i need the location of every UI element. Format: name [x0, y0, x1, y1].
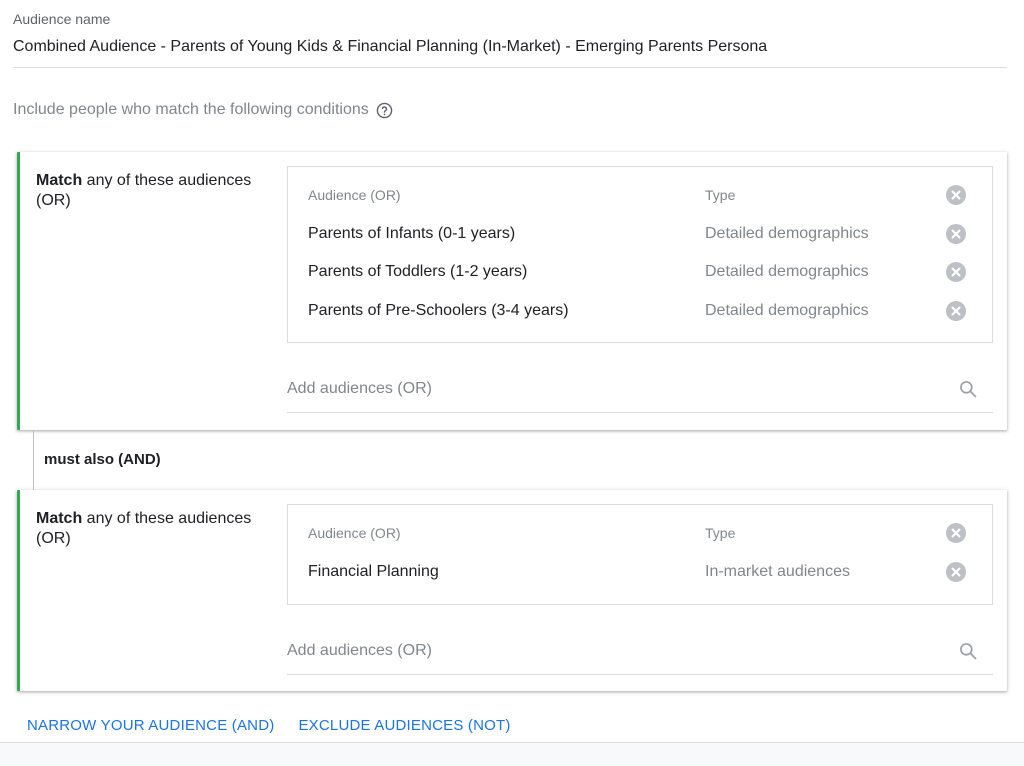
table-row: Parents of Pre-Schoolers (3-4 years) Det… [288, 292, 992, 330]
table-row: Parents of Infants (0-1 years) Detailed … [288, 215, 992, 253]
header-type: Type [705, 187, 736, 203]
help-icon[interactable] [376, 102, 393, 119]
exclude-audiences-link[interactable]: EXCLUDE AUDIENCES (NOT) [298, 717, 510, 734]
table-row: Financial Planning In-market audiences [288, 553, 992, 591]
type-cell: Detailed demographics [705, 302, 869, 319]
add-audiences-input[interactable]: Add audiences (OR) [287, 366, 993, 413]
add-audiences-input[interactable]: Add audiences (OR) [287, 628, 993, 675]
table-header: Audience (OR) Type [288, 176, 992, 214]
audience-group-1: Match any of these audiences (OR) Audien… [17, 152, 1007, 430]
remove-icon[interactable] [946, 301, 966, 321]
add-audiences-placeholder: Add audiences (OR) [287, 380, 432, 397]
audience-cell: Parents of Pre-Schoolers (3-4 years) [308, 302, 569, 319]
footer-actions: NARROW YOUR AUDIENCE (AND) EXCLUDE AUDIE… [27, 717, 511, 734]
audience-table: Audience (OR) Type Parents of Infants (0… [287, 166, 993, 343]
and-connector-line [33, 430, 34, 490]
type-cell: Detailed demographics [705, 225, 869, 242]
remove-all-icon[interactable] [946, 185, 966, 205]
remove-icon[interactable] [946, 562, 966, 582]
audience-cell: Parents of Toddlers (1-2 years) [308, 263, 528, 280]
conditions-text: Include people who match the following c… [13, 101, 369, 118]
remove-all-icon[interactable] [946, 523, 966, 543]
audience-cell: Parents of Infants (0-1 years) [308, 225, 516, 242]
match-description: Match any of these audiences (OR) [36, 509, 271, 549]
audience-cell: Financial Planning [308, 563, 439, 580]
add-audiences-placeholder: Add audiences (OR) [287, 642, 432, 659]
audience-name-label: Audience name [13, 11, 111, 27]
audience-group-2: Match any of these audiences (OR) Audien… [17, 490, 1007, 691]
and-label: must also (AND) [44, 451, 161, 468]
search-icon[interactable] [958, 379, 978, 399]
header-audience: Audience (OR) [308, 525, 401, 541]
type-cell: Detailed demographics [705, 263, 869, 280]
table-row: Parents of Toddlers (1-2 years) Detailed… [288, 253, 992, 291]
table-header: Audience (OR) Type [288, 514, 992, 552]
conditions-heading: Include people who match the following c… [13, 101, 393, 119]
audience-name-field[interactable]: Combined Audience - Parents of Young Kid… [13, 38, 1007, 68]
bottom-area [0, 743, 1024, 766]
type-cell: In-market audiences [705, 563, 850, 580]
match-keyword: Match [36, 172, 83, 189]
remove-icon[interactable] [946, 224, 966, 244]
match-description: Match any of these audiences (OR) [36, 171, 271, 211]
header-audience: Audience (OR) [308, 187, 401, 203]
match-keyword: Match [36, 510, 83, 527]
narrow-audience-link[interactable]: NARROW YOUR AUDIENCE (AND) [27, 717, 274, 734]
search-icon[interactable] [958, 641, 978, 661]
audience-table: Audience (OR) Type Financial Planning In… [287, 504, 993, 605]
header-type: Type [705, 525, 736, 541]
remove-icon[interactable] [946, 262, 966, 282]
